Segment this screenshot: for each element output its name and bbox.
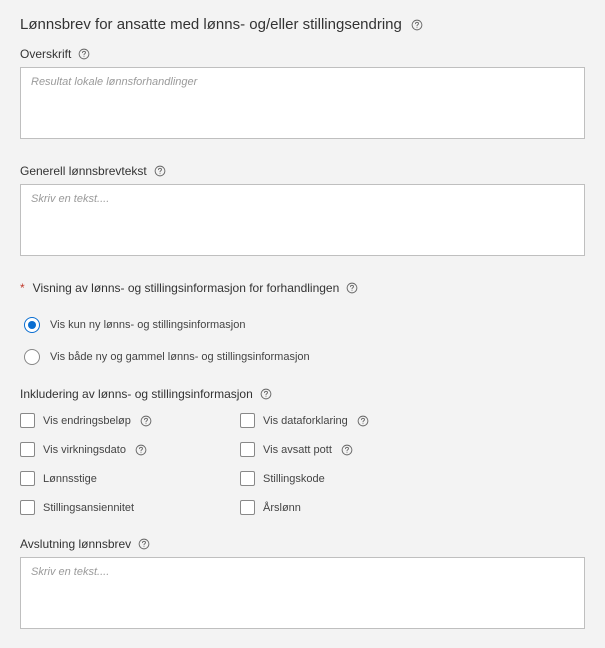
help-icon[interactable] [137,537,151,551]
section-avslutning: Avslutning lønnsbrev [20,537,585,632]
label-visning-text: Visning av lønns- og stillingsinformasjo… [33,281,340,295]
checkbox-icon [240,442,255,457]
help-icon[interactable] [410,18,424,32]
help-icon[interactable] [77,47,91,61]
radio-option-2[interactable]: Vis både ny og gammel lønns- og stilling… [24,349,585,365]
help-icon[interactable] [153,164,167,178]
radio-icon [24,349,40,365]
label-inkludering-text: Inkludering av lønns- og stillingsinform… [20,387,253,401]
checkbox-label: Vis avsatt pott [263,444,332,456]
radio-group-visning: Vis kun ny lønns- og stillingsinformasjo… [20,301,585,365]
checkbox-stillingsansiennitet[interactable]: Stillingsansiennitet [20,500,220,515]
section-inkludering: Inkludering av lønns- og stillingsinform… [20,387,585,515]
checkbox-label: Vis virkningsdato [43,444,126,456]
checkbox-label: Stillingskode [263,473,325,485]
help-icon[interactable] [139,414,153,428]
radio-option-1[interactable]: Vis kun ny lønns- og stillingsinformasjo… [24,317,585,333]
checkbox-label: Lønnsstige [43,473,97,485]
section-generell: Generell lønnsbrevtekst [20,164,585,259]
checkbox-vis-avsatt-pott[interactable]: Vis avsatt pott [240,442,440,457]
checkbox-label: Vis dataforklaring [263,415,348,427]
checkbox-lonnsstige[interactable]: Lønnsstige [20,471,220,486]
checkbox-icon [20,413,35,428]
checkbox-icon [240,413,255,428]
help-icon[interactable] [134,443,148,457]
help-icon[interactable] [259,387,273,401]
checkbox-vis-virkningsdato[interactable]: Vis virkningsdato [20,442,220,457]
checkbox-icon [20,500,35,515]
generell-input[interactable] [20,184,585,256]
label-avslutning: Avslutning lønnsbrev [20,537,585,551]
label-overskrift-text: Overskrift [20,47,71,61]
label-inkludering: Inkludering av lønns- og stillingsinform… [20,387,585,401]
avslutning-input[interactable] [20,557,585,629]
radio-icon [24,317,40,333]
checkbox-icon [240,500,255,515]
label-generell: Generell lønnsbrevtekst [20,164,585,178]
required-star: * [20,281,25,295]
help-icon[interactable] [345,281,359,295]
section-visning: * Visning av lønns- og stillingsinformas… [20,281,585,365]
checkbox-vis-endringsbelop[interactable]: Vis endringsbeløp [20,413,220,428]
label-visning: * Visning av lønns- og stillingsinformas… [20,281,585,295]
checkbox-label: Stillingsansiennitet [43,502,134,514]
label-generell-text: Generell lønnsbrevtekst [20,164,147,178]
checkbox-label: Årslønn [263,502,301,514]
help-icon[interactable] [356,414,370,428]
page-title-text: Lønnsbrev for ansatte med lønns- og/elle… [20,16,402,33]
checkbox-vis-dataforklaring[interactable]: Vis dataforklaring [240,413,440,428]
checkbox-icon [240,471,255,486]
checkbox-arslonn[interactable]: Årslønn [240,500,440,515]
radio-label: Vis kun ny lønns- og stillingsinformasjo… [50,319,245,331]
help-icon[interactable] [340,443,354,457]
checkbox-grid: Vis endringsbeløp Vis dataforklaring Vis… [20,407,585,515]
overskrift-input[interactable] [20,67,585,139]
radio-label: Vis både ny og gammel lønns- og stilling… [50,351,310,363]
checkbox-icon [20,471,35,486]
checkbox-stillingskode[interactable]: Stillingskode [240,471,440,486]
page-title: Lønnsbrev for ansatte med lønns- og/elle… [20,16,585,33]
checkbox-label: Vis endringsbeløp [43,415,131,427]
label-overskrift: Overskrift [20,47,585,61]
checkbox-icon [20,442,35,457]
section-overskrift: Overskrift [20,47,585,142]
label-avslutning-text: Avslutning lønnsbrev [20,537,131,551]
